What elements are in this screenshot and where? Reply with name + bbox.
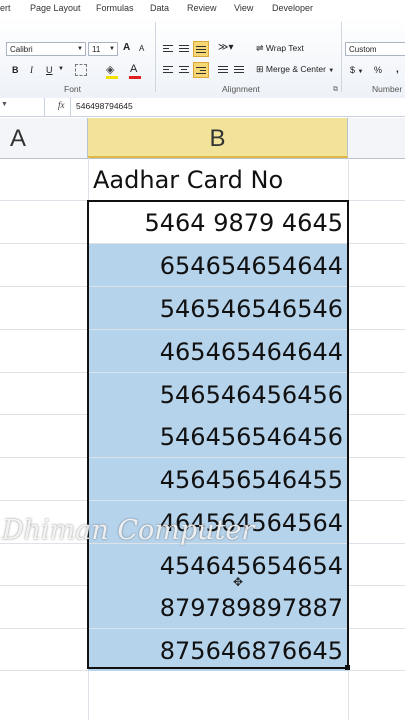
merge-center-button[interactable]: ⊞ Merge & Center ▼ xyxy=(256,64,334,75)
orientation-icon[interactable]: ≫▾ xyxy=(218,42,234,53)
tab-formulas[interactable]: Formulas xyxy=(96,3,134,13)
selection-border xyxy=(87,200,349,669)
increase-indent-icon[interactable] xyxy=(234,66,244,75)
shrink-font-button[interactable]: A xyxy=(139,44,144,53)
merge-center-label: Merge & Center xyxy=(265,64,326,74)
formula-input[interactable]: 546498794645 xyxy=(76,101,133,111)
font-name-box[interactable]: Calibri ▼ xyxy=(6,42,86,56)
bold-button[interactable]: B xyxy=(12,65,19,75)
tab-insert[interactable]: ert xyxy=(0,3,11,13)
alignment-group-label: Alignment xyxy=(222,84,260,94)
formula-bar: ▼ fx 546498794645 xyxy=(0,98,405,117)
watermark: Dhiman Computer xyxy=(2,515,255,546)
ribbon: Calibri ▼ 11 ▼ A A B I U ▼ ◈ A Font ≫▾ ⇌… xyxy=(0,18,405,99)
column-header-a[interactable]: A xyxy=(0,118,88,158)
wrap-text-button[interactable]: ⇌ Wrap Text xyxy=(256,43,304,54)
tab-view[interactable]: View xyxy=(234,3,253,13)
fill-color-swatch xyxy=(106,76,118,79)
percent-button[interactable]: % xyxy=(374,65,382,75)
font-size-value: 11 xyxy=(92,45,101,54)
formula-bar-divider xyxy=(70,98,71,116)
font-color-button[interactable]: A xyxy=(130,63,137,75)
underline-button[interactable]: U xyxy=(46,65,53,75)
align-right-icon xyxy=(196,67,206,76)
tab-data[interactable]: Data xyxy=(150,3,169,13)
font-size-box[interactable]: 11 ▼ xyxy=(88,42,118,56)
tab-review[interactable]: Review xyxy=(187,3,217,13)
formula-bar-divider xyxy=(44,98,45,116)
ribbon-tab-bar: ert Page Layout Formulas Data Review Vie… xyxy=(0,0,405,19)
comma-button[interactable]: , xyxy=(396,64,399,75)
column-header-bar: A B xyxy=(0,118,405,159)
currency-button[interactable]: $ ▼ xyxy=(350,65,363,75)
cell-b-header[interactable]: Aadhar Card No xyxy=(88,158,348,200)
tab-page-layout[interactable]: Page Layout xyxy=(30,3,81,13)
group-divider xyxy=(155,22,156,92)
font-name-value: Calibri xyxy=(10,45,33,54)
align-left-icon[interactable] xyxy=(163,66,173,75)
merge-center-icon: ⊞ xyxy=(256,64,264,74)
wrap-text-icon: ⇌ xyxy=(256,43,264,53)
move-cursor-icon: ✥ xyxy=(233,575,244,589)
tab-developer[interactable]: Developer xyxy=(272,3,313,13)
borders-icon[interactable] xyxy=(75,64,87,76)
chevron-down-icon: ▼ xyxy=(109,46,115,52)
number-group-label: Number xyxy=(372,84,403,94)
font-group-label: Font xyxy=(64,84,82,94)
number-format-value: Custom xyxy=(349,45,377,54)
currency-label: $ xyxy=(350,65,356,75)
group-divider xyxy=(341,22,342,92)
wrap-text-label: Wrap Text xyxy=(265,43,304,53)
align-middle-icon[interactable] xyxy=(179,45,189,54)
italic-button[interactable]: I xyxy=(30,65,33,75)
column-header-b[interactable]: B xyxy=(88,118,348,158)
align-bottom-icon xyxy=(196,46,206,55)
fill-color-icon[interactable]: ◈ xyxy=(106,63,114,76)
align-top-icon[interactable] xyxy=(163,45,173,54)
number-format-box[interactable]: Custom xyxy=(345,42,405,56)
chevron-down-icon: ▼ xyxy=(328,68,335,74)
align-center-icon[interactable] xyxy=(179,66,189,75)
chevron-down-icon[interactable]: ▼ xyxy=(58,66,64,72)
chevron-down-icon[interactable]: ▼ xyxy=(1,101,8,108)
dialog-launcher-icon[interactable]: ⧉ xyxy=(333,86,338,94)
decrease-indent-icon[interactable] xyxy=(218,66,228,75)
grow-font-button[interactable]: A xyxy=(123,42,130,53)
insert-function-button[interactable]: fx xyxy=(58,100,65,110)
chevron-down-icon: ▼ xyxy=(357,69,364,75)
fill-handle[interactable] xyxy=(345,665,350,670)
font-color-swatch xyxy=(129,76,141,79)
chevron-down-icon: ▼ xyxy=(77,46,83,52)
